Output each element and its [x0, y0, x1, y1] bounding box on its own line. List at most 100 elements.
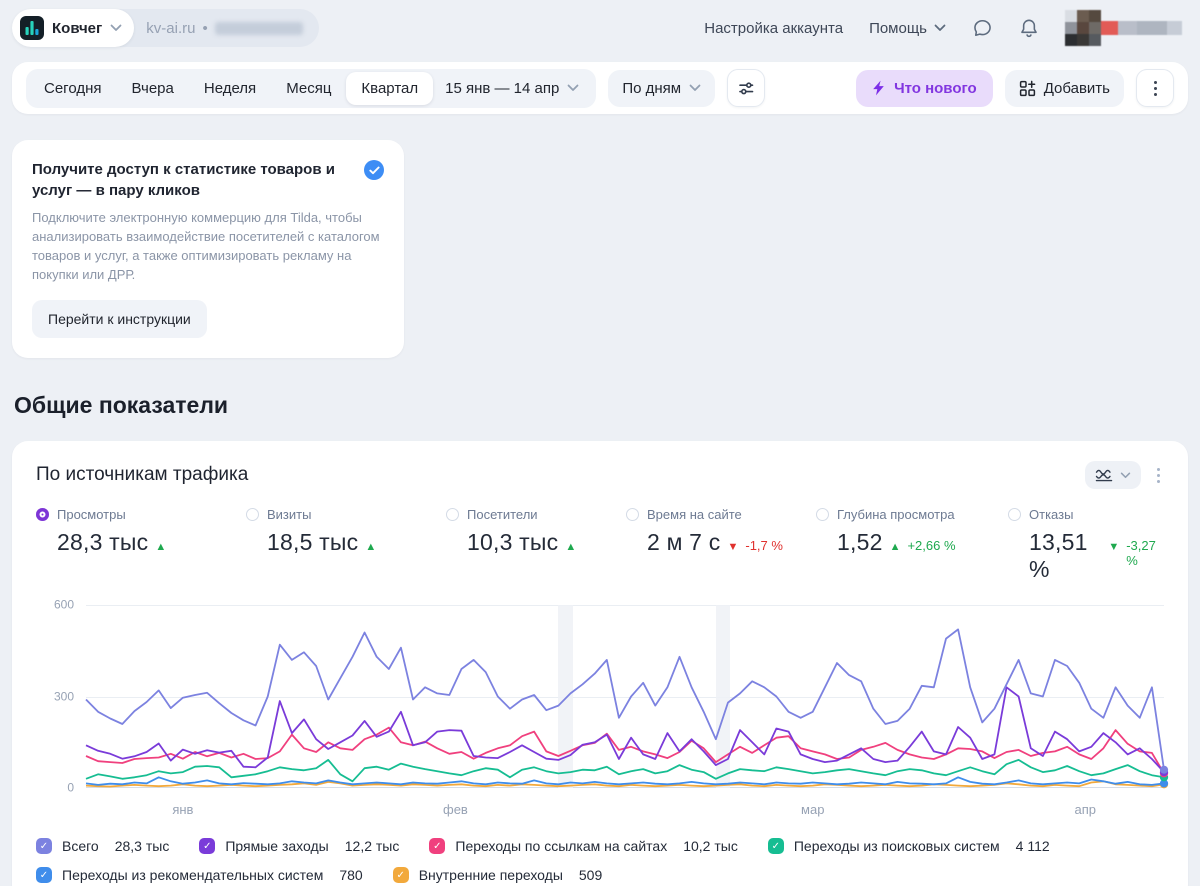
topbar: Ковчег kv-ai.ru • Настройка аккаунта Пом…	[0, 0, 1200, 56]
metric-label: Отказы	[1029, 507, 1074, 523]
widget-title: По источникам трафика	[36, 464, 249, 486]
trend-arrow-icon: ▲	[889, 541, 901, 554]
metric-visitors[interactable]: Посетители 10,3 тыс ▲	[446, 507, 626, 583]
period-week[interactable]: Неделя	[189, 72, 271, 105]
trend-arrow-icon: ▲	[155, 541, 167, 554]
radio-icon	[446, 508, 459, 522]
check-badge-icon	[364, 160, 384, 180]
checkbox-icon	[36, 838, 52, 855]
period-month[interactable]: Месяц	[271, 72, 346, 105]
period-today[interactable]: Сегодня	[29, 72, 117, 105]
widget-kebab-menu[interactable]	[1153, 464, 1164, 487]
add-label: Добавить	[1043, 79, 1110, 97]
chevron-down-icon	[567, 84, 579, 91]
feedback-chat-icon[interactable]	[972, 18, 993, 39]
granularity-label: По дням	[622, 79, 682, 97]
help-menu[interactable]: Помощь	[869, 20, 946, 37]
radio-icon	[626, 508, 639, 522]
legend-label: Переходы по ссылкам на сайтах	[455, 838, 668, 855]
metric-page-depth[interactable]: Глубина просмотра 1,52 ▲ +2,66 %	[816, 507, 1008, 583]
legend-value: 780	[339, 867, 363, 884]
metric-value: 28,3 тыс	[57, 529, 149, 556]
chevron-down-icon	[689, 84, 701, 91]
checkbox-icon	[767, 838, 784, 855]
promo-cta-button[interactable]: Перейти к инструкции	[32, 300, 207, 339]
metric-change: -3,27 %	[1126, 538, 1156, 569]
whats-new-button[interactable]: Что нового	[856, 69, 993, 107]
metric-value: 10,3 тыс	[467, 529, 559, 556]
segments-filter-button[interactable]	[727, 69, 766, 107]
line-chart[interactable]: 600 300 0 янв фев мар апр	[36, 598, 1169, 826]
date-range-select[interactable]: 15 янв — 14 апр	[433, 72, 593, 105]
add-widget-button[interactable]: Добавить	[1004, 69, 1124, 107]
chevron-down-icon	[934, 24, 946, 31]
metric-label: Просмотры	[57, 507, 126, 523]
radio-icon	[246, 508, 259, 522]
lightning-bolt-icon	[873, 80, 884, 96]
user-avatar-censored[interactable]	[1065, 10, 1182, 46]
radio-icon	[36, 508, 49, 522]
period-yesterday[interactable]: Вчера	[117, 72, 189, 105]
legend-item-site-links[interactable]: Переходы по ссылкам на сайтах 10,2 тыс	[429, 838, 738, 855]
legend-row: Всего 28,3 тыс Прямые заходы 12,2 тыс Пе…	[36, 838, 1164, 855]
legend-item-direct[interactable]: Прямые заходы 12,2 тыс	[199, 838, 400, 855]
legend-item-recommendation[interactable]: Переходы из рекомендательных систем 780	[36, 867, 363, 884]
legend-row: Переходы из рекомендательных систем 780 …	[36, 867, 1164, 884]
trend-arrow-icon: ▼	[727, 541, 739, 554]
account-settings-label: Настройка аккаунта	[704, 19, 844, 37]
metric-value: 1,52	[837, 529, 883, 556]
legend-value: 10,2 тыс	[683, 838, 738, 855]
username-pixelated	[1101, 21, 1182, 35]
chart-type-select[interactable]	[1085, 461, 1141, 490]
metric-views[interactable]: Просмотры 28,3 тыс ▲	[36, 507, 246, 583]
y-tick: 300	[53, 689, 74, 704]
metric-value: 2 м 7 с	[647, 529, 721, 556]
period-segmented-control: Сегодня Вчера Неделя Месяц Квартал 15 ян…	[26, 68, 597, 108]
metric-change: +2,66 %	[907, 538, 956, 554]
promo-title: Получите доступ к статистике товаров и у…	[32, 161, 335, 199]
metric-time-on-site[interactable]: Время на сайте 2 м 7 с ▼ -1,7 %	[626, 507, 816, 583]
x-axis-labels: янв фев мар апр	[172, 802, 1097, 818]
kebab-icon	[1153, 80, 1157, 96]
legend-value: 4 112	[1015, 838, 1050, 855]
checkbox-icon	[199, 838, 216, 855]
checkbox-icon	[36, 867, 52, 884]
granularity-select[interactable]: По дням	[608, 69, 716, 107]
account-settings-link[interactable]: Настройка аккаунта	[704, 20, 843, 37]
counter-dropdown[interactable]: Ковчег	[12, 9, 135, 47]
notifications-bell-icon[interactable]	[1019, 18, 1039, 39]
metrica-dashboard: Ковчег kv-ai.ru • Настройка аккаунта Пом…	[0, 0, 1200, 886]
period-quarter[interactable]: Квартал	[346, 71, 434, 105]
metric-value: 13,51 %	[1029, 529, 1088, 583]
promo-card: Получите доступ к статистике товаров и у…	[12, 140, 404, 359]
legend-value: 509	[578, 867, 603, 884]
date-range-label: 15 янв — 14 апр	[445, 79, 560, 97]
legend-label: Всего	[62, 838, 99, 855]
legend-item-search[interactable]: Переходы из поисковых систем 4 112	[767, 838, 1050, 855]
breadcrumb-separator: •	[202, 19, 208, 37]
metric-visits[interactable]: Визиты 18,5 тыс ▲	[246, 507, 446, 583]
line-chart-icon	[1095, 470, 1113, 482]
section-title: Общие показатели	[14, 392, 229, 419]
metric-bounce-rate[interactable]: Отказы 13,51 % ▼ -3,27 %	[1008, 507, 1164, 583]
censored-counter-label	[214, 21, 303, 35]
plot-area[interactable]: 600 300 0	[54, 598, 1169, 795]
legend-label: Переходы из поисковых систем	[793, 838, 1000, 855]
radio-icon	[816, 508, 829, 522]
trend-arrow-icon: ▲	[365, 541, 377, 554]
legend-item-internal[interactable]: Внутренние переходы 509	[392, 867, 603, 884]
promo-description: Подключите электронную коммерцию для Til…	[32, 210, 380, 282]
site-breadcrumb[interactable]: kv-ai.ru •	[134, 13, 318, 44]
trend-arrow-icon: ▲	[565, 541, 577, 554]
radio-icon	[1008, 508, 1021, 522]
y-tick: 0	[67, 780, 74, 795]
metric-label: Посетители	[467, 507, 538, 523]
legend-item-total[interactable]: Всего 28,3 тыс	[36, 838, 169, 855]
counter-name: Ковчег	[52, 19, 103, 37]
legend-value: 12,2 тыс	[344, 838, 400, 855]
chart-series-svg	[86, 605, 1169, 789]
filter-toolbar: Сегодня Вчера Неделя Месяц Квартал 15 ян…	[12, 62, 1188, 114]
metric-label: Глубина просмотра	[837, 507, 955, 523]
legend-label: Переходы из рекомендательных систем	[62, 867, 324, 884]
toolbar-kebab-menu[interactable]	[1136, 69, 1174, 107]
